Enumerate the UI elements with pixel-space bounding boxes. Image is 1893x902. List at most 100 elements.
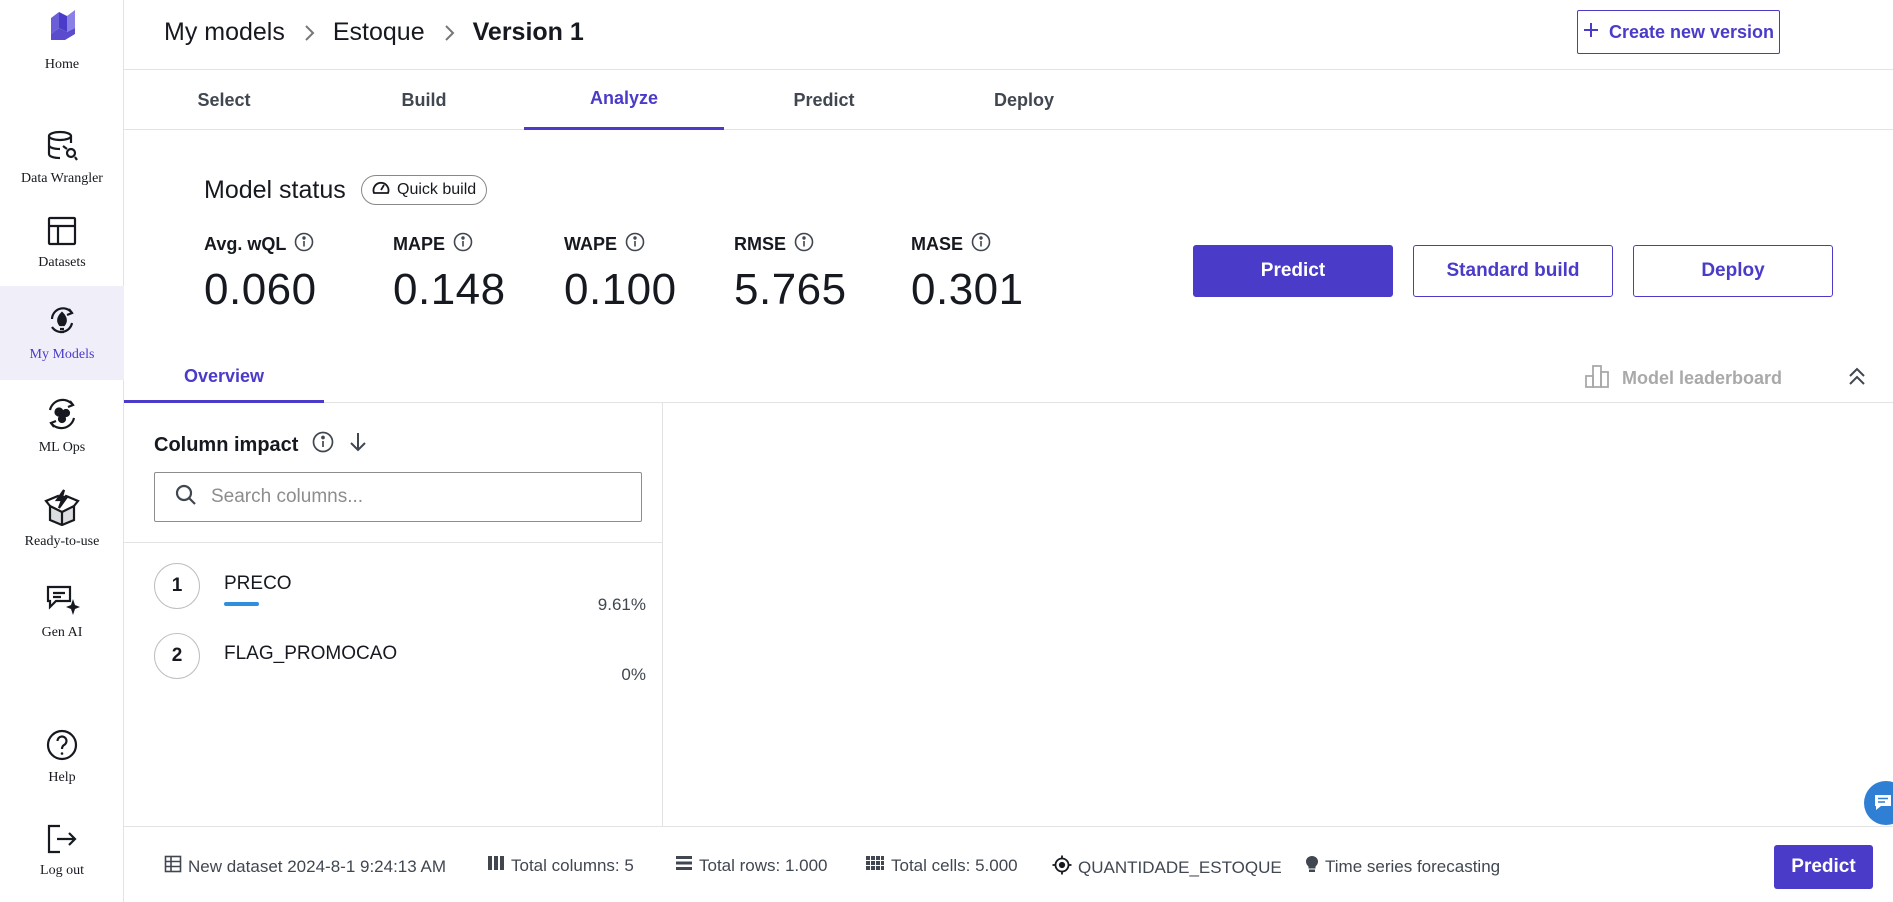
- impact-bar: [224, 602, 259, 606]
- sidebar-label-data-wrangler: Data Wrangler: [21, 171, 103, 186]
- info-icon[interactable]: [794, 232, 814, 257]
- sidebar-label-my-models: My Models: [29, 347, 95, 362]
- data-wrangler-icon: [45, 129, 79, 163]
- metric-avg-wql: Avg. wQL 0.060: [204, 232, 317, 315]
- predict-button[interactable]: Predict: [1193, 245, 1393, 297]
- sidebar-item-ml-ops[interactable]: ML Ops: [0, 379, 124, 473]
- total-columns: Total columns: 5: [511, 855, 634, 875]
- standard-build-button[interactable]: Standard build: [1413, 245, 1613, 297]
- search-input[interactable]: [211, 486, 611, 508]
- info-icon[interactable]: [625, 232, 645, 257]
- footer-model-type: Time series forecasting: [1305, 855, 1500, 878]
- tab-select[interactable]: Select: [124, 70, 324, 130]
- rank-badge: 2: [154, 633, 200, 679]
- list-item[interactable]: 2 FLAG_PROMOCAO 0%: [154, 633, 646, 693]
- metric-wape: WAPE 0.100: [564, 232, 677, 315]
- deploy-button[interactable]: Deploy: [1633, 245, 1833, 297]
- lightbulb-icon: [1305, 855, 1319, 878]
- info-icon[interactable]: [453, 232, 473, 257]
- dataset-name: New dataset 2024-8-1 9:24:13 AM: [188, 856, 446, 876]
- chat-icon[interactable]: [1864, 781, 1893, 825]
- metric-value: 0.301: [911, 265, 1024, 314]
- sidebar-label-gen-ai: Gen AI: [41, 625, 83, 640]
- create-new-version-button[interactable]: Create new version: [1577, 10, 1780, 54]
- breadcrumb-my-models[interactable]: My models: [164, 18, 285, 47]
- tab-deploy[interactable]: Deploy: [924, 70, 1124, 130]
- sidebar-item-log-out[interactable]: Log out: [0, 804, 124, 898]
- model-leaderboard-label: Model leaderboard: [1622, 367, 1783, 388]
- column-name: FLAG_PROMOCAO: [224, 643, 398, 664]
- footer-total-cells: Total cells: 5.000: [865, 855, 1018, 876]
- tab-overview[interactable]: Overview: [124, 352, 324, 403]
- canvas-logo-icon: [45, 6, 79, 49]
- metric-mase: MASE 0.301: [911, 232, 1024, 315]
- metric-rmse: RMSE 5.765: [734, 232, 847, 315]
- tab-analyze[interactable]: Analyze: [524, 70, 724, 130]
- model-type: Time series forecasting: [1325, 856, 1501, 876]
- total-rows: Total rows: 1.000: [699, 855, 828, 875]
- metric-label: MAPE: [393, 234, 446, 254]
- info-icon[interactable]: [294, 232, 314, 257]
- home-button[interactable]: Home: [0, 0, 124, 78]
- sidebar-item-ready-to-use[interactable]: Ready-to-use: [0, 472, 124, 566]
- column-impact-panel: Column impact 1 PRECO 9.61% 2 FLAG_PROMO…: [124, 403, 663, 826]
- ml-ops-icon: [44, 396, 80, 432]
- sidebar-item-my-models[interactable]: My Models: [0, 286, 124, 380]
- metric-label: RMSE: [734, 234, 787, 254]
- breadcrumb: My models Estoque Version 1: [164, 18, 584, 47]
- analysis-subtabs: Overview Model leaderboard: [124, 352, 1893, 403]
- sidebar-label-datasets: Datasets: [38, 255, 86, 270]
- footer-target-column: QUANTIDADE_ESTOQUE: [1052, 855, 1282, 880]
- footer-total-rows: Total rows: 1.000: [675, 855, 828, 876]
- cells-icon: [865, 855, 885, 876]
- sidebar-item-data-wrangler[interactable]: Data Wrangler: [0, 111, 124, 205]
- quick-build-label: Quick build: [397, 181, 477, 198]
- sidebar-label-ml-ops: ML Ops: [38, 440, 86, 455]
- speedometer-icon: [372, 180, 390, 201]
- collapse-icon[interactable]: [1842, 362, 1872, 392]
- metric-value: 0.148: [393, 265, 506, 314]
- sidebar-label-help: Help: [48, 770, 76, 785]
- model-status-title: Model status: [204, 176, 346, 204]
- plus-icon: [1583, 22, 1599, 43]
- sidebar-item-help[interactable]: Help: [0, 710, 124, 804]
- footer-total-columns: Total columns: 5: [487, 855, 634, 876]
- sidebar-item-datasets[interactable]: Datasets: [0, 196, 124, 290]
- divider: [124, 542, 662, 543]
- column-impact-header: Column impact: [154, 431, 368, 459]
- metric-value: 0.100: [564, 265, 677, 314]
- my-models-icon: [45, 303, 79, 339]
- info-icon[interactable]: [312, 431, 334, 459]
- metric-value: 5.765: [734, 265, 847, 314]
- impact-percent: 0%: [621, 665, 646, 684]
- footer-dataset: New dataset 2024-8-1 9:24:13 AM: [164, 855, 446, 878]
- metric-label: Avg. wQL: [204, 234, 287, 254]
- column-name: PRECO: [224, 573, 292, 594]
- metric-label: WAPE: [564, 234, 618, 254]
- column-impact-title: Column impact: [154, 433, 299, 456]
- leaderboard-icon: [1584, 364, 1610, 393]
- sort-descending-icon[interactable]: [348, 431, 368, 459]
- list-item[interactable]: 1 PRECO 9.61%: [154, 563, 646, 623]
- impact-percent: 9.61%: [597, 595, 646, 614]
- model-leaderboard-link[interactable]: Model leaderboard: [1584, 360, 1782, 396]
- columns-icon: [487, 855, 505, 876]
- sidebar-item-gen-ai[interactable]: Gen AI: [0, 565, 124, 659]
- footer-predict-button[interactable]: Predict: [1774, 845, 1873, 889]
- rows-icon: [675, 855, 693, 876]
- home-label: Home: [44, 57, 80, 72]
- info-icon[interactable]: [971, 232, 991, 257]
- table-icon: [164, 855, 182, 878]
- search-icon: [175, 484, 197, 511]
- workflow-tabs: Select Build Analyze Predict Deploy: [124, 70, 1893, 130]
- gen-ai-icon: [44, 583, 80, 617]
- search-columns[interactable]: [154, 472, 642, 522]
- tab-predict[interactable]: Predict: [724, 70, 924, 130]
- footer-status-bar: New dataset 2024-8-1 9:24:13 AM Total co…: [124, 826, 1893, 902]
- target-icon: [1052, 855, 1072, 880]
- datasets-icon: [46, 215, 78, 247]
- tab-build[interactable]: Build: [324, 70, 524, 130]
- sidebar: Home Data Wrangler Datasets My Models ML…: [0, 0, 124, 902]
- breadcrumb-estoque[interactable]: Estoque: [333, 18, 425, 47]
- ready-to-use-icon: [43, 488, 81, 526]
